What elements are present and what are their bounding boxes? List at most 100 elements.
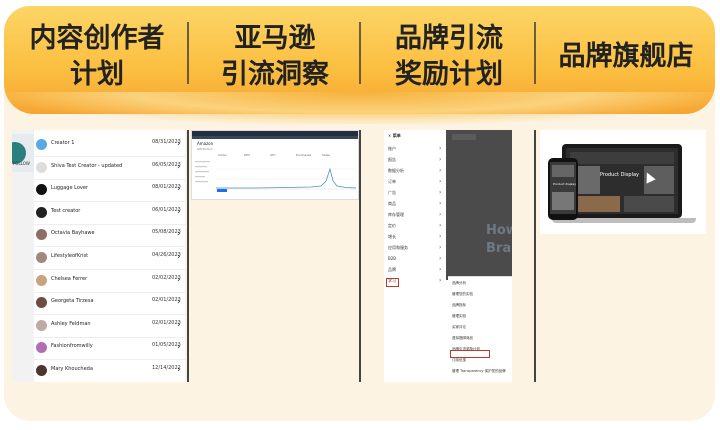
submenu-item[interactable]: 虚拟捆绑商品 bbox=[452, 336, 473, 341]
creator-name: Georgeta Tirzesa bbox=[51, 298, 94, 305]
avatar bbox=[36, 365, 47, 376]
content-divider bbox=[187, 130, 189, 382]
submenu-item[interactable]: 管理实验 bbox=[452, 314, 466, 319]
chevron-right-icon: › bbox=[439, 189, 442, 196]
chevron-right-icon[interactable]: › bbox=[177, 297, 181, 307]
chevron-right-icon[interactable]: › bbox=[177, 342, 181, 352]
menu-item[interactable]: 广告 bbox=[388, 190, 396, 196]
menu-item[interactable]: 订单 bbox=[388, 179, 396, 185]
menu-item[interactable]: B2B bbox=[388, 256, 396, 261]
insights-dashboard-screenshot: Amazon Attribution Clicks DPV ATC Purchases… bbox=[191, 130, 359, 200]
dashboard-metric-label: ATC bbox=[270, 153, 276, 157]
header-col2-line1: 亚马逊 bbox=[234, 23, 316, 54]
menu-item[interactable]: 应用和服务 bbox=[388, 245, 408, 251]
header-col1-line2: 计划 bbox=[70, 59, 124, 90]
dashboard-subtitle: Attribution bbox=[197, 147, 213, 151]
chevron-right-icon: › bbox=[439, 167, 442, 174]
dashboard-navbar bbox=[192, 136, 358, 139]
sidebar-label: FOLLOW bbox=[13, 161, 30, 166]
chevron-right-icon[interactable]: › bbox=[177, 207, 181, 217]
table-row[interactable]: Georgeta Tirzesa 02/01/2023 › bbox=[34, 292, 185, 316]
table-row[interactable]: Creator 1 08/31/2023 › bbox=[34, 134, 185, 157]
chevron-right-icon[interactable]: › bbox=[177, 162, 181, 172]
creator-name: Ashley Feldman bbox=[51, 320, 91, 327]
chevron-right-icon: › bbox=[439, 277, 442, 284]
menu-selected-highlight bbox=[386, 278, 399, 287]
phone-mockup: Product display bbox=[548, 158, 578, 220]
chevron-right-icon: › bbox=[439, 145, 442, 152]
avatar bbox=[36, 319, 47, 331]
header-col2-line2: 引流洞察 bbox=[221, 59, 329, 90]
header-divider bbox=[359, 22, 361, 84]
laptop-screen: Product Display bbox=[566, 148, 678, 214]
submenu-item[interactable]: 订阅优惠 bbox=[452, 358, 466, 363]
chevron-right-icon[interactable]: › bbox=[177, 139, 181, 149]
table-row[interactable]: Chelsea Ferrer 02/02/2023 › bbox=[34, 270, 185, 293]
avatar bbox=[36, 297, 47, 309]
main-menu: ✕ 菜单 账户 › 报告 › 数据分析 › 订单 › 广告 › 商品 › 库存管理 › 定价 › 增长 › 应用和服… bbox=[384, 130, 446, 382]
chevron-right-icon[interactable]: › bbox=[177, 320, 181, 330]
header-amazon-insights: 亚马逊 引流洞察 bbox=[192, 12, 358, 102]
submenu-item[interactable]: 品牌指标 bbox=[452, 303, 466, 308]
avatar bbox=[36, 229, 47, 241]
creator-name: Test creator bbox=[51, 207, 81, 214]
content-divider bbox=[534, 130, 536, 382]
table-row[interactable]: Test creator 06/01/2023 › bbox=[34, 202, 185, 225]
menu-item[interactable]: 增长 bbox=[388, 234, 396, 240]
avatar bbox=[36, 161, 47, 173]
creator-name: LifestyleofKrist bbox=[51, 253, 89, 259]
menu-item[interactable]: 数据分析 bbox=[388, 168, 404, 174]
hero-text: How Bra bbox=[486, 223, 512, 256]
avatar bbox=[36, 184, 47, 196]
avatar bbox=[36, 206, 47, 218]
chevron-right-icon: › bbox=[439, 233, 442, 240]
menu-item[interactable]: 报告 bbox=[388, 157, 396, 163]
creator-name: Shiva Test Creator - updated bbox=[51, 162, 123, 169]
menu-item[interactable]: 定价 bbox=[388, 223, 396, 229]
dashboard-metric-label: Clicks bbox=[218, 153, 227, 157]
table-row[interactable]: Shiva Test Creator - updated 06/05/2023 › bbox=[34, 157, 185, 180]
product-display-text: Product Display bbox=[600, 172, 640, 178]
table-row[interactable]: LifestyleofKrist 04/26/2023 › bbox=[34, 247, 185, 270]
header-col4-line1: 品牌旗舰店 bbox=[558, 41, 694, 72]
submenu-item[interactable]: 买家评论 bbox=[452, 325, 466, 330]
chevron-right-icon[interactable]: › bbox=[177, 275, 181, 285]
table-row[interactable]: Octavia Bayhawe 05/08/2023 › bbox=[34, 224, 185, 248]
submenu-item[interactable]: 管理您的实验 bbox=[452, 292, 473, 297]
menu-item[interactable]: 品牌 bbox=[388, 267, 396, 273]
menu-header: ✕ 菜单 bbox=[388, 133, 401, 138]
creator-name: Chelsea Ferrer bbox=[51, 275, 88, 282]
table-row[interactable]: Ashley Feldman 02/01/2023 › bbox=[34, 315, 185, 338]
dashboard-button[interactable] bbox=[217, 189, 227, 192]
chevron-right-icon[interactable]: › bbox=[177, 229, 181, 239]
header-col3-line2: 奖励计划 bbox=[395, 59, 503, 90]
avatar bbox=[36, 274, 47, 286]
menu-item[interactable]: 商品 bbox=[388, 201, 396, 207]
table-row[interactable]: Luggage Lover 08/01/2023 › bbox=[34, 179, 185, 203]
header-brand-store: 品牌旗舰店 bbox=[538, 12, 714, 102]
table-row[interactable]: Fashionfromwilly 01/05/2023 › bbox=[34, 337, 185, 361]
dashboard-line-chart bbox=[216, 167, 356, 190]
submenu-item[interactable]: 管理 Transparency 保护您的品牌 bbox=[452, 369, 506, 374]
header-col1-line1: 内容创作者 bbox=[29, 23, 165, 54]
menu-item[interactable]: 账户 bbox=[388, 146, 396, 152]
brand-store-screenshot: Product Display Product display bbox=[540, 130, 706, 234]
content-divider bbox=[359, 130, 361, 382]
chevron-right-icon: › bbox=[439, 266, 442, 273]
chevron-right-icon[interactable]: › bbox=[177, 365, 181, 375]
submenu-item[interactable]: 品牌分析 bbox=[452, 281, 466, 286]
chevron-right-icon[interactable]: › bbox=[177, 252, 181, 262]
dashboard-filter-list bbox=[195, 161, 210, 183]
seller-menu-screenshot: How Bra ✕ 菜单 账户 › 报告 › 数据分析 › 订单 › 广告 › 商品 › 库存管理 › 定价… bbox=[384, 130, 512, 382]
creator-name: Luggage Lover bbox=[51, 185, 88, 192]
chevron-right-icon[interactable]: › bbox=[177, 184, 181, 194]
brand-submenu: 品牌分析 管理您的实验 品牌指标 管理实验 买家评论 虚拟捆绑商品 品牌引流奖励计划 订阅优惠… bbox=[448, 276, 512, 382]
header-divider bbox=[534, 22, 536, 84]
menu-item[interactable]: 库存管理 bbox=[388, 212, 404, 218]
table-row[interactable]: Mary Khoucheda 12/14/2022 › bbox=[34, 360, 185, 382]
dashboard-title: Amazon bbox=[197, 141, 214, 146]
dashboard-metric-label: Sales bbox=[322, 153, 330, 157]
chevron-right-icon: › bbox=[439, 255, 442, 262]
submenu-selected-highlight bbox=[450, 350, 490, 358]
header-divider bbox=[187, 22, 189, 84]
